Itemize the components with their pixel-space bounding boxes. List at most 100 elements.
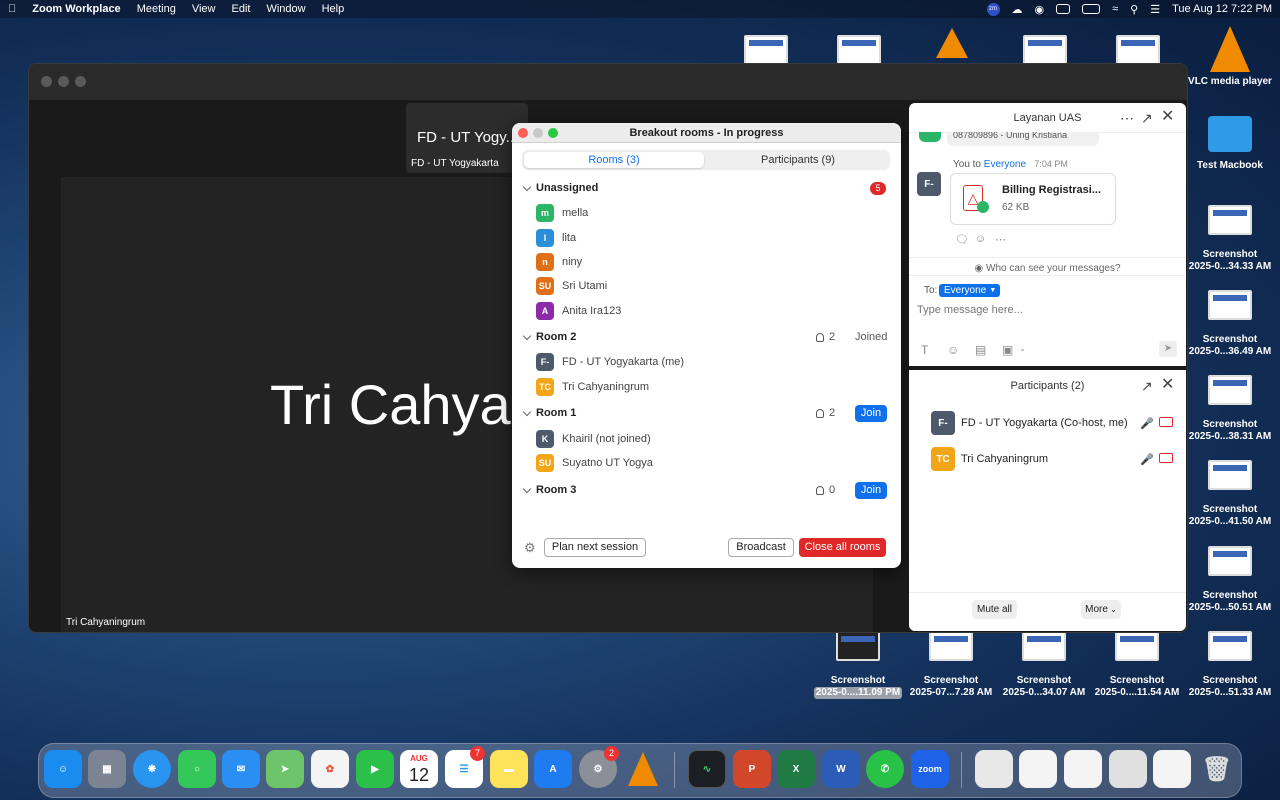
participant-row[interactable]: F- FD - UT Yogyakarta (Co-host, me) [931, 411, 1128, 435]
self-video-tile[interactable]: FD - UT Yogy... FD - UT Yogyakarta [406, 103, 528, 173]
mute-all-button[interactable]: Mute all [972, 600, 1017, 619]
display-icon[interactable] [1056, 4, 1071, 14]
participant-row[interactable]: K Khairil (not joined) [536, 430, 651, 448]
broadcast-button[interactable]: Broadcast [728, 538, 794, 557]
tab-rooms[interactable]: Rooms (3) [524, 152, 704, 168]
reply-icon[interactable]: 🗨 [955, 233, 969, 246]
recent-document-icon[interactable] [1109, 750, 1147, 788]
facetime-icon[interactable]: ▶ [356, 750, 394, 788]
mail-icon[interactable]: ✉ [222, 750, 260, 788]
launchpad-icon[interactable]: ▦ [88, 750, 126, 788]
calendar-icon[interactable]: AUG 12 [400, 750, 438, 788]
minimize-dialog-button[interactable] [533, 128, 543, 138]
more-button[interactable]: More ⌄ [1081, 600, 1121, 619]
close-window-button[interactable] [41, 76, 52, 87]
close-icon[interactable]: ✕ [1161, 377, 1174, 393]
desktop-item-screenshot[interactable]: Screenshot 2025-07...7.28 AM [907, 631, 995, 699]
desktop-item-screenshot[interactable]: Screenshot 2025-0...38.31 AM [1186, 375, 1274, 443]
whatsapp-icon[interactable]: ✆ [866, 750, 904, 788]
user-icon[interactable]: ◉ [1035, 3, 1045, 16]
privacy-notice[interactable]: ◉ Who can see your messages? [909, 257, 1186, 274]
screenshot-icon[interactable]: ▣ [1002, 343, 1013, 357]
menu-edit[interactable]: Edit [223, 3, 258, 15]
chevron-down-icon[interactable]: ⌄ [1019, 344, 1026, 353]
popout-icon[interactable]: ↗ [1141, 379, 1153, 393]
desktop-item-screenshot[interactable]: Screenshot 2025-0...51.33 AM [1186, 631, 1274, 699]
minimize-window-button[interactable] [58, 76, 69, 87]
menu-window[interactable]: Window [258, 3, 313, 15]
trash-icon[interactable]: 🗑 [1198, 750, 1236, 788]
finder-icon[interactable]: ☺ [44, 750, 82, 788]
maximize-dialog-button[interactable] [548, 128, 558, 138]
participant-row[interactable]: l lita [536, 229, 576, 247]
safari-icon[interactable]: ❋ [133, 750, 171, 788]
participant-row[interactable]: TC Tri Cahyaningrum [536, 378, 649, 396]
messages-icon[interactable]: ○ [178, 750, 216, 788]
send-icon[interactable]: ➤ [1159, 341, 1177, 357]
photos-icon[interactable]: ✿ [311, 750, 349, 788]
zoom-status-icon[interactable]: zm [986, 2, 1000, 16]
recipient-dropdown[interactable]: Everyone ▼ [939, 284, 1001, 297]
microphone-icon[interactable]: 🎤 [1140, 453, 1154, 466]
menu-view[interactable]: View [184, 3, 224, 15]
text-format-icon[interactable]: T [921, 343, 928, 357]
desktop-item-screenshot[interactable]: Screenshot 2025-0....11.54 AM [1093, 631, 1181, 699]
recent-document-icon[interactable] [1153, 750, 1191, 788]
recent-document-icon[interactable] [1019, 750, 1057, 788]
cloud-icon[interactable]: ☁ [1012, 3, 1023, 16]
group-unassigned[interactable]: Unassigned [522, 182, 890, 194]
participant-row[interactable]: TC Tri Cahyaningrum [931, 447, 1048, 471]
file-attachment[interactable]: △ Billing Registrasi... 62 KB [950, 173, 1116, 225]
powerpoint-icon[interactable]: P [733, 750, 771, 788]
menu-help[interactable]: Help [314, 3, 353, 15]
message-input[interactable] [917, 302, 1172, 318]
notes-icon[interactable]: ▬ [490, 750, 528, 788]
search-icon[interactable]: ⚲ [1130, 3, 1138, 16]
activity-monitor-icon[interactable]: ∿ [688, 750, 726, 788]
close-dialog-button[interactable] [518, 128, 528, 138]
recent-document-icon[interactable] [1064, 750, 1102, 788]
zoom-window-button[interactable] [75, 76, 86, 87]
clock-text[interactable]: Tue Aug 12 7:22 PM [1172, 3, 1272, 15]
gear-icon[interactable]: ⚙ [524, 540, 536, 556]
participant-row[interactable]: A Anita Ira123 [536, 302, 621, 320]
close-all-rooms-button[interactable]: Close all rooms [799, 538, 886, 557]
emoji-icon[interactable]: ☺ [947, 343, 959, 357]
desktop-item-screenshot[interactable]: Screenshot 2025-0...34.33 AM [1186, 205, 1274, 273]
wifi-icon[interactable]: ≈ [1112, 3, 1118, 15]
plan-next-session-button[interactable]: Plan next session [544, 538, 646, 557]
menu-app-name[interactable]: Zoom Workplace [24, 3, 128, 15]
menu-meeting[interactable]: Meeting [129, 3, 184, 15]
desktop-item-folder[interactable]: Test Macbook [1186, 116, 1274, 172]
desktop-item-screenshot[interactable]: Screenshot 2025-0...50.51 AM [1186, 546, 1274, 614]
apple-icon[interactable]:  [0, 3, 24, 15]
vlc-file-icon[interactable] [908, 28, 996, 58]
join-room-1-button[interactable]: Join [855, 405, 887, 422]
video-off-icon[interactable] [1159, 417, 1173, 427]
vlc-icon[interactable] [624, 750, 662, 788]
more-icon[interactable]: ⋯ [995, 233, 1006, 246]
zoom-icon[interactable]: zoom [911, 750, 949, 788]
close-icon[interactable]: ✕ [1161, 109, 1174, 125]
participant-row[interactable]: SU Suyatno UT Yogya [536, 454, 653, 472]
control-center-icon[interactable]: ☰ [1150, 3, 1160, 16]
desktop-item-screenshot[interactable]: Screenshot 2025-0...36.49 AM [1186, 290, 1274, 358]
battery-icon[interactable] [1082, 4, 1101, 14]
desktop-item-screenshot[interactable]: Screenshot 2025-0...41.50 AM [1186, 460, 1274, 528]
more-options-icon[interactable]: ⋯ [1120, 111, 1134, 125]
microphone-icon[interactable]: 🎤 [1140, 417, 1154, 430]
desktop-item-screenshot[interactable]: Screenshot 2025-0...34.07 AM [1000, 631, 1088, 699]
popout-icon[interactable]: ↗ [1141, 111, 1153, 125]
app-store-icon[interactable]: A [534, 750, 572, 788]
desktop-item-screenshot[interactable]: Screenshot 2025-0....11.09 PM [814, 631, 902, 699]
recent-document-icon[interactable] [975, 750, 1013, 788]
file-icon[interactable]: ▤ [975, 343, 986, 357]
word-icon[interactable]: W [822, 750, 860, 788]
participant-row[interactable]: n niny [536, 253, 582, 271]
participant-row[interactable]: m mella [536, 204, 588, 222]
participant-row[interactable]: SU Sri Utami [536, 277, 607, 295]
participant-row[interactable]: F- FD - UT Yogyakarta (me) [536, 353, 684, 371]
emoji-reaction-icon[interactable]: ☺ [975, 233, 986, 245]
video-off-icon[interactable] [1159, 453, 1173, 463]
tab-participants[interactable]: Participants (9) [708, 152, 888, 168]
